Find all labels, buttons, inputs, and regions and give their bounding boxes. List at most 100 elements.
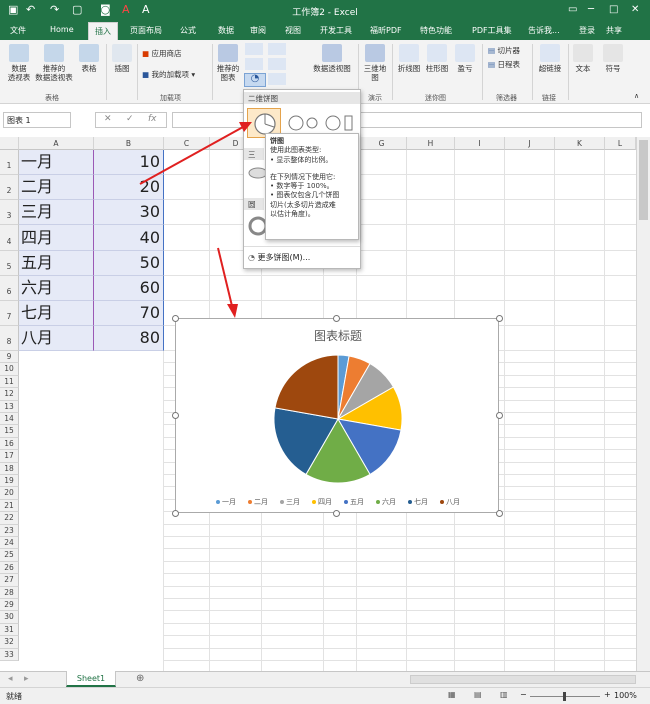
zoom-out-icon[interactable]: − bbox=[520, 690, 527, 699]
cell-b7[interactable]: 70 bbox=[94, 301, 164, 326]
cell-a6[interactable]: 六月 bbox=[19, 276, 94, 301]
line-chart-dropdown[interactable] bbox=[245, 58, 263, 70]
chart-legend[interactable]: 一月 二月 三月 四月 五月 六月 七月 八月 bbox=[216, 497, 460, 507]
pie-of-pie-option[interactable] bbox=[287, 114, 319, 132]
row-header[interactable]: 32 bbox=[0, 636, 19, 649]
row-header[interactable]: 29 bbox=[0, 599, 19, 612]
close-icon[interactable]: ✕ bbox=[631, 4, 639, 15]
row-header[interactable]: 14 bbox=[0, 413, 19, 426]
zoom-level[interactable]: 100% bbox=[614, 691, 637, 700]
row-header[interactable]: 23 bbox=[0, 524, 19, 537]
row-header[interactable]: 17 bbox=[0, 450, 19, 463]
row-header[interactable]: 16 bbox=[0, 437, 19, 451]
tab-features[interactable]: 特色功能 bbox=[420, 25, 452, 36]
column-header[interactable]: J bbox=[505, 137, 555, 150]
illustrations-button[interactable]: 插图 bbox=[110, 44, 134, 73]
pivot-chart-button[interactable]: 数据透视图 bbox=[310, 44, 354, 73]
scroll-thumb[interactable] bbox=[639, 140, 648, 220]
tab-home[interactable]: Home bbox=[50, 25, 74, 34]
cell-a4[interactable]: 四月 bbox=[19, 225, 94, 251]
tab-formulas[interactable]: 公式 bbox=[180, 25, 196, 36]
resize-handle[interactable] bbox=[333, 510, 340, 517]
row-header[interactable]: 7 bbox=[0, 301, 19, 326]
legend-item[interactable]: 四月 bbox=[312, 497, 332, 507]
normal-view-icon[interactable]: ▦ bbox=[448, 690, 456, 699]
timeline-button[interactable]: ▤ 日程表 bbox=[488, 60, 520, 69]
page-break-view-icon[interactable]: ▥ bbox=[500, 690, 508, 699]
cell-b8[interactable]: 80 bbox=[94, 326, 164, 351]
insert-function-button[interactable]: fx bbox=[148, 114, 157, 124]
row-header[interactable]: 13 bbox=[0, 400, 19, 413]
symbol-button[interactable]: 符号 bbox=[602, 44, 624, 73]
zoom-in-icon[interactable]: + bbox=[604, 690, 611, 699]
add-sheet-icon[interactable]: ⊕ bbox=[136, 673, 144, 684]
column-header[interactable]: L bbox=[605, 137, 636, 150]
3d-map-button[interactable]: 三维地 图 bbox=[362, 44, 388, 82]
legend-item[interactable]: 八月 bbox=[440, 497, 460, 507]
column-header[interactable]: I bbox=[455, 137, 505, 150]
sign-in-link[interactable]: 登录 bbox=[579, 25, 595, 36]
select-all-corner[interactable] bbox=[0, 137, 19, 150]
column-header[interactable]: A bbox=[19, 137, 94, 150]
recommended-pivot-button[interactable]: 推荐的 数据透视表 bbox=[34, 44, 74, 82]
row-header[interactable]: 12 bbox=[0, 388, 19, 401]
sparkline-column-button[interactable]: 柱形图 bbox=[424, 44, 450, 73]
my-addins-button[interactable]: ■ 我的加载项 ▾ bbox=[142, 70, 195, 79]
row-header[interactable]: 19 bbox=[0, 475, 19, 488]
more-pie-charts-link[interactable]: ◔ 更多饼图(M)... bbox=[248, 252, 310, 263]
cell-a1[interactable]: 一月 bbox=[19, 150, 94, 175]
tab-review[interactable]: 审阅 bbox=[250, 25, 266, 36]
share-button[interactable]: 共享 bbox=[606, 25, 622, 36]
row-header[interactable]: 20 bbox=[0, 487, 19, 500]
sparkline-winloss-button[interactable]: 盈亏 bbox=[454, 44, 476, 73]
tab-file[interactable]: 文件 bbox=[10, 25, 26, 36]
cancel-icon[interactable]: ✕ bbox=[104, 114, 112, 124]
collapse-ribbon-icon[interactable]: ∧ bbox=[634, 92, 639, 101]
scatter-chart-dropdown[interactable] bbox=[268, 73, 286, 85]
cell-a3[interactable]: 三月 bbox=[19, 200, 94, 225]
cell-a7[interactable]: 七月 bbox=[19, 301, 94, 326]
bar-of-pie-option[interactable] bbox=[324, 114, 356, 132]
table-button[interactable]: 表格 bbox=[78, 44, 100, 73]
cell-b6[interactable]: 60 bbox=[94, 276, 164, 301]
row-header[interactable]: 5 bbox=[0, 251, 19, 276]
name-box[interactable]: 图表 1 bbox=[3, 112, 71, 128]
prev-sheet-icon[interactable]: ◂ bbox=[8, 674, 13, 684]
tab-view[interactable]: 视图 bbox=[285, 25, 301, 36]
legend-item[interactable]: 六月 bbox=[376, 497, 396, 507]
recommended-charts-button[interactable]: 推荐的 图表 bbox=[215, 44, 241, 82]
resize-handle[interactable] bbox=[496, 510, 503, 517]
legend-item[interactable]: 一月 bbox=[216, 497, 236, 507]
pie-slice[interactable] bbox=[274, 354, 339, 420]
pivot-table-button[interactable]: 数据 透视表 bbox=[4, 44, 34, 82]
resize-handle[interactable] bbox=[496, 315, 503, 322]
vertical-scrollbar[interactable] bbox=[636, 137, 650, 671]
cell-b5[interactable]: 50 bbox=[94, 251, 164, 276]
row-header[interactable]: 24 bbox=[0, 537, 19, 550]
row-header[interactable]: 25 bbox=[0, 549, 19, 562]
row-header[interactable]: 22 bbox=[0, 512, 19, 525]
chart-title[interactable]: 图表标题 bbox=[176, 327, 500, 344]
row-header[interactable]: 1 bbox=[0, 150, 19, 175]
pie-chart[interactable]: 图表标题 一月 二月 三月 四月 五月 六月 七月 八月 bbox=[175, 318, 499, 513]
row-header[interactable]: 18 bbox=[0, 462, 19, 475]
row-header[interactable]: 3 bbox=[0, 200, 19, 225]
cell-b3[interactable]: 30 bbox=[94, 200, 164, 225]
maximize-icon[interactable]: □ bbox=[609, 4, 618, 15]
cell-a5[interactable]: 五月 bbox=[19, 251, 94, 276]
slicer-button[interactable]: ▤ 切片器 bbox=[488, 46, 520, 55]
hierarchy-chart-dropdown[interactable] bbox=[268, 43, 286, 55]
column-header[interactable]: C bbox=[164, 137, 210, 150]
tab-insert[interactable]: 插入 bbox=[88, 22, 118, 40]
row-header[interactable]: 30 bbox=[0, 611, 19, 624]
resize-handle[interactable] bbox=[172, 510, 179, 517]
cell-b2[interactable]: 20 bbox=[94, 175, 164, 200]
row-header[interactable]: 27 bbox=[0, 574, 19, 587]
legend-item[interactable]: 七月 bbox=[408, 497, 428, 507]
pie-chart-dropdown[interactable]: ◔ bbox=[244, 73, 266, 87]
ribbon-display-icon[interactable]: ▭ bbox=[568, 4, 577, 15]
pie-plot-area[interactable] bbox=[176, 344, 500, 514]
cell-a2[interactable]: 二月 bbox=[19, 175, 94, 200]
row-header[interactable]: 26 bbox=[0, 561, 19, 575]
tab-foxit-pdf[interactable]: 福昕PDF bbox=[370, 25, 402, 36]
